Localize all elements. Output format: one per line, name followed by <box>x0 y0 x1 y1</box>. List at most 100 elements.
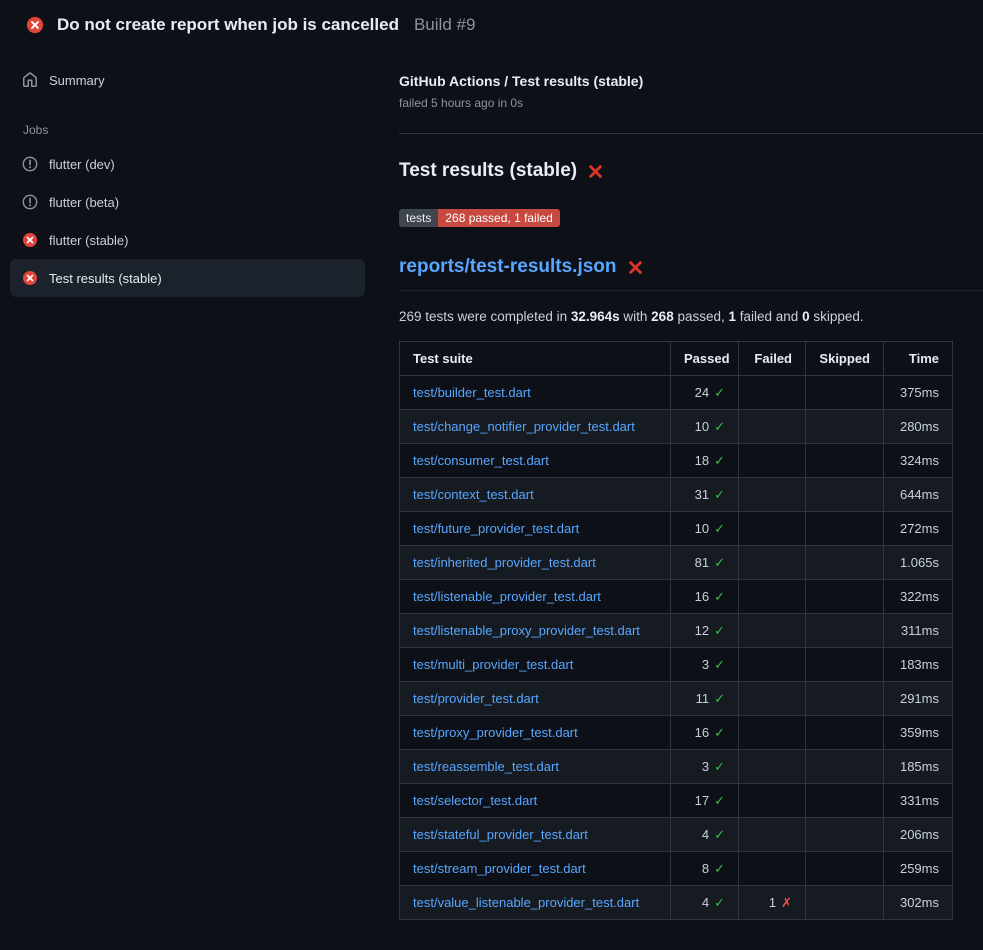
summary-text: passed, <box>674 309 729 324</box>
check-icon: ✓ <box>714 521 725 536</box>
sidebar-item-flutter-beta[interactable]: flutter (beta) <box>10 183 365 221</box>
check-icon: ✓ <box>714 861 725 876</box>
skipped-cell <box>806 444 884 478</box>
test-suite-link[interactable]: test/stateful_provider_test.dart <box>413 827 588 842</box>
test-suite-link[interactable]: test/stream_provider_test.dart <box>413 861 586 876</box>
test-summary-sentence: 269 tests were completed in 32.964s with… <box>399 309 983 324</box>
table-row: test/inherited_provider_test.dart 81 ✓ 1.06… <box>400 546 953 580</box>
test-suite-cell: test/proxy_provider_test.dart <box>400 716 671 750</box>
failed-cell <box>739 784 806 818</box>
time-cell: 324ms <box>884 444 953 478</box>
failed-cell <box>739 546 806 580</box>
cancelled-status-icon <box>22 156 38 172</box>
section-title-row: Test results (stable) <box>399 160 983 182</box>
table-row: test/listenable_proxy_provider_test.dart… <box>400 614 953 648</box>
test-suite-link[interactable]: test/inherited_provider_test.dart <box>413 555 596 570</box>
test-suite-link[interactable]: test/listenable_proxy_provider_test.dart <box>413 623 640 638</box>
skipped-cell <box>806 648 884 682</box>
skipped-cell <box>806 716 884 750</box>
sidebar-item-flutter-dev[interactable]: flutter (dev) <box>10 145 365 183</box>
passed-cell: 17✓ <box>671 784 739 818</box>
passed-count: 17 <box>695 793 709 808</box>
summary-failed-count: 1 <box>729 309 737 324</box>
passed-count: 18 <box>695 453 709 468</box>
test-suite-link[interactable]: test/builder_test.dart <box>413 385 531 400</box>
table-row: test/value_listenable_provider_test.dart… <box>400 886 953 920</box>
test-suite-link[interactable]: test/listenable_provider_test.dart <box>413 589 601 604</box>
test-suite-link[interactable]: test/value_listenable_provider_test.dart <box>413 895 639 910</box>
badge-value: 268 passed, 1 failed <box>438 209 559 227</box>
col-header-failed: Failed <box>739 342 806 376</box>
divider <box>399 133 983 134</box>
failed-cell <box>739 478 806 512</box>
passed-count: 3 <box>702 759 709 774</box>
time-cell: 206ms <box>884 818 953 852</box>
report-file-link[interactable]: reports/test-results.json <box>399 256 617 278</box>
table-row: test/consumer_test.dart 18✓ 324ms <box>400 444 953 478</box>
failed-cell <box>739 648 806 682</box>
page-title: Do not create report when job is cancell… <box>57 15 399 35</box>
summary-skipped-count: 0 <box>802 309 810 324</box>
table-row: test/provider_test.dart11✓291ms <box>400 682 953 716</box>
passed-count: 81 <box>695 555 709 570</box>
time-cell: 331ms <box>884 784 953 818</box>
jobs-section-label: Jobs <box>23 123 375 137</box>
table-header-row: Test suite Passed Failed Skipped Time <box>400 342 953 376</box>
time-cell: 1.065s <box>884 546 953 580</box>
test-suite-cell: test/provider_test.dart <box>400 682 671 716</box>
passed-cell: 8✓ <box>671 852 739 886</box>
passed-cell: 3✓ <box>671 750 739 784</box>
time-cell: 644ms <box>884 478 953 512</box>
failed-cell <box>739 444 806 478</box>
test-suite-link[interactable]: test/change_notifier_provider_test.dart <box>413 419 635 434</box>
test-suite-cell: test/context_test.dart <box>400 478 671 512</box>
skipped-cell <box>806 580 884 614</box>
passed-count: 10 <box>695 419 709 434</box>
test-suite-link[interactable]: test/selector_test.dart <box>413 793 537 808</box>
summary-text: failed and <box>736 309 802 324</box>
skipped-cell <box>806 614 884 648</box>
skipped-cell <box>806 546 884 580</box>
passed-count: 16 <box>695 725 709 740</box>
sidebar-item-test-results-stable[interactable]: Test results (stable) <box>10 259 365 297</box>
sidebar-item-label: flutter (dev) <box>49 157 115 172</box>
test-suite-link[interactable]: test/multi_provider_test.dart <box>413 657 573 672</box>
passed-cell: 31✓ <box>671 478 739 512</box>
test-suite-link[interactable]: test/provider_test.dart <box>413 691 539 706</box>
sidebar-item-flutter-stable[interactable]: flutter (stable) <box>10 221 365 259</box>
cross-icon: ✗ <box>781 895 792 910</box>
sidebar-item-summary[interactable]: Summary <box>10 61 365 99</box>
passed-cell: 4✓ <box>671 886 739 920</box>
test-suite-link[interactable]: test/consumer_test.dart <box>413 453 549 468</box>
table-row: test/future_provider_test.dart10✓272ms <box>400 512 953 546</box>
test-suite-cell: test/reassemble_test.dart <box>400 750 671 784</box>
test-suite-link[interactable]: test/proxy_provider_test.dart <box>413 725 578 740</box>
col-header-passed: Passed <box>671 342 739 376</box>
passed-count: 8 <box>702 861 709 876</box>
check-icon: ✓ <box>714 657 725 672</box>
passed-count: 10 <box>695 521 709 536</box>
table-row: test/stream_provider_test.dart8✓259ms <box>400 852 953 886</box>
failed-cell <box>739 682 806 716</box>
time-cell: 259ms <box>884 852 953 886</box>
test-suite-link[interactable]: test/context_test.dart <box>413 487 534 502</box>
table-row: test/change_notifier_provider_test.dart 1… <box>400 410 953 444</box>
check-icon: ✓ <box>714 555 725 570</box>
test-suite-link[interactable]: test/reassemble_test.dart <box>413 759 559 774</box>
test-suite-cell: test/selector_test.dart <box>400 784 671 818</box>
summary-text: 269 tests were completed in <box>399 309 571 324</box>
check-run-header: Do not create report when job is cancell… <box>0 0 983 47</box>
test-table-body: test/builder_test.dart24✓375mstest/chang… <box>400 376 953 920</box>
failed-status-icon <box>26 16 44 34</box>
sidebar-item-label: flutter (stable) <box>49 233 128 248</box>
passed-cell: 18✓ <box>671 444 739 478</box>
check-run-output: GitHub Actions / Test results (stable) f… <box>375 47 983 920</box>
report-title-row: reports/test-results.json <box>399 256 983 291</box>
table-row: test/multi_provider_test.dart3✓183ms <box>400 648 953 682</box>
skipped-cell <box>806 478 884 512</box>
cross-mark-icon <box>628 259 644 275</box>
test-suite-link[interactable]: test/future_provider_test.dart <box>413 521 579 536</box>
failed-status-icon <box>22 232 38 248</box>
summary-text: skipped. <box>810 309 864 324</box>
test-suite-cell: test/inherited_provider_test.dart <box>400 546 671 580</box>
